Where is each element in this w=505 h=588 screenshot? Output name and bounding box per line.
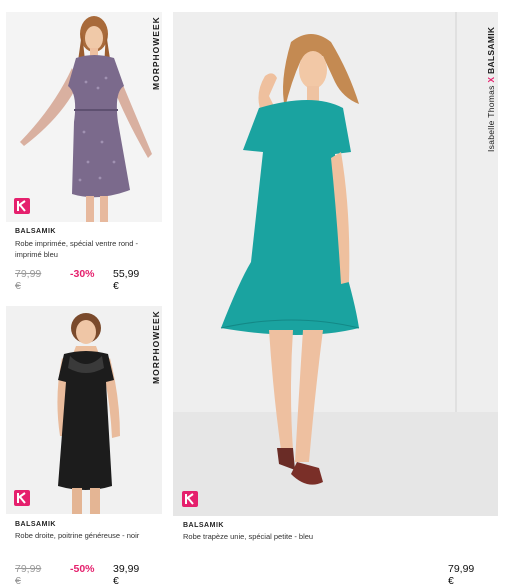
product-name-line-2: imprimé bleu	[15, 250, 58, 259]
old-price: 79,99 €	[15, 268, 42, 292]
collection-label: MORPHOWEEK	[151, 310, 161, 384]
collection-label-part-2: BALSAMIK	[486, 26, 496, 74]
product-name[interactable]: Robe imprimée, spécial ventre rond - imp…	[15, 238, 165, 260]
product-name[interactable]: Robe trapèze unie, spécial petite - bleu	[183, 531, 483, 542]
old-price: 79,99 €	[15, 563, 42, 587]
current-price: 39,99 €	[113, 563, 140, 587]
product-photo[interactable]	[173, 12, 498, 516]
discount-badge: -30%	[70, 268, 95, 280]
current-price: 79,99 €	[448, 563, 475, 587]
k-logo-icon	[14, 490, 30, 506]
product-name-line-1: Robe imprimée, spécial ventre rond -	[15, 239, 138, 248]
collection-label: MORPHOWEEK	[151, 16, 161, 90]
product-photo[interactable]	[6, 306, 162, 514]
model-illustration	[6, 306, 162, 514]
product-name[interactable]: Robe droite, poitrine généreuse - noir	[15, 530, 165, 541]
discount-badge: -50%	[70, 563, 95, 575]
model-illustration	[6, 12, 162, 222]
product-brand: BALSAMIK	[15, 521, 56, 528]
k-logo-icon	[182, 491, 198, 507]
model-illustration	[173, 12, 498, 516]
current-price: 55,99 €	[113, 268, 140, 292]
k-logo-icon	[14, 198, 30, 214]
product-brand: BALSAMIK	[15, 228, 56, 235]
product-brand: BALSAMIK	[183, 522, 224, 529]
collection-label-part-1: Isabelle Thomas	[486, 85, 496, 152]
collection-label: Isabelle Thomas X BALSAMIK	[486, 27, 496, 152]
product-photo[interactable]	[6, 12, 162, 222]
collection-label-x: X	[486, 76, 496, 83]
